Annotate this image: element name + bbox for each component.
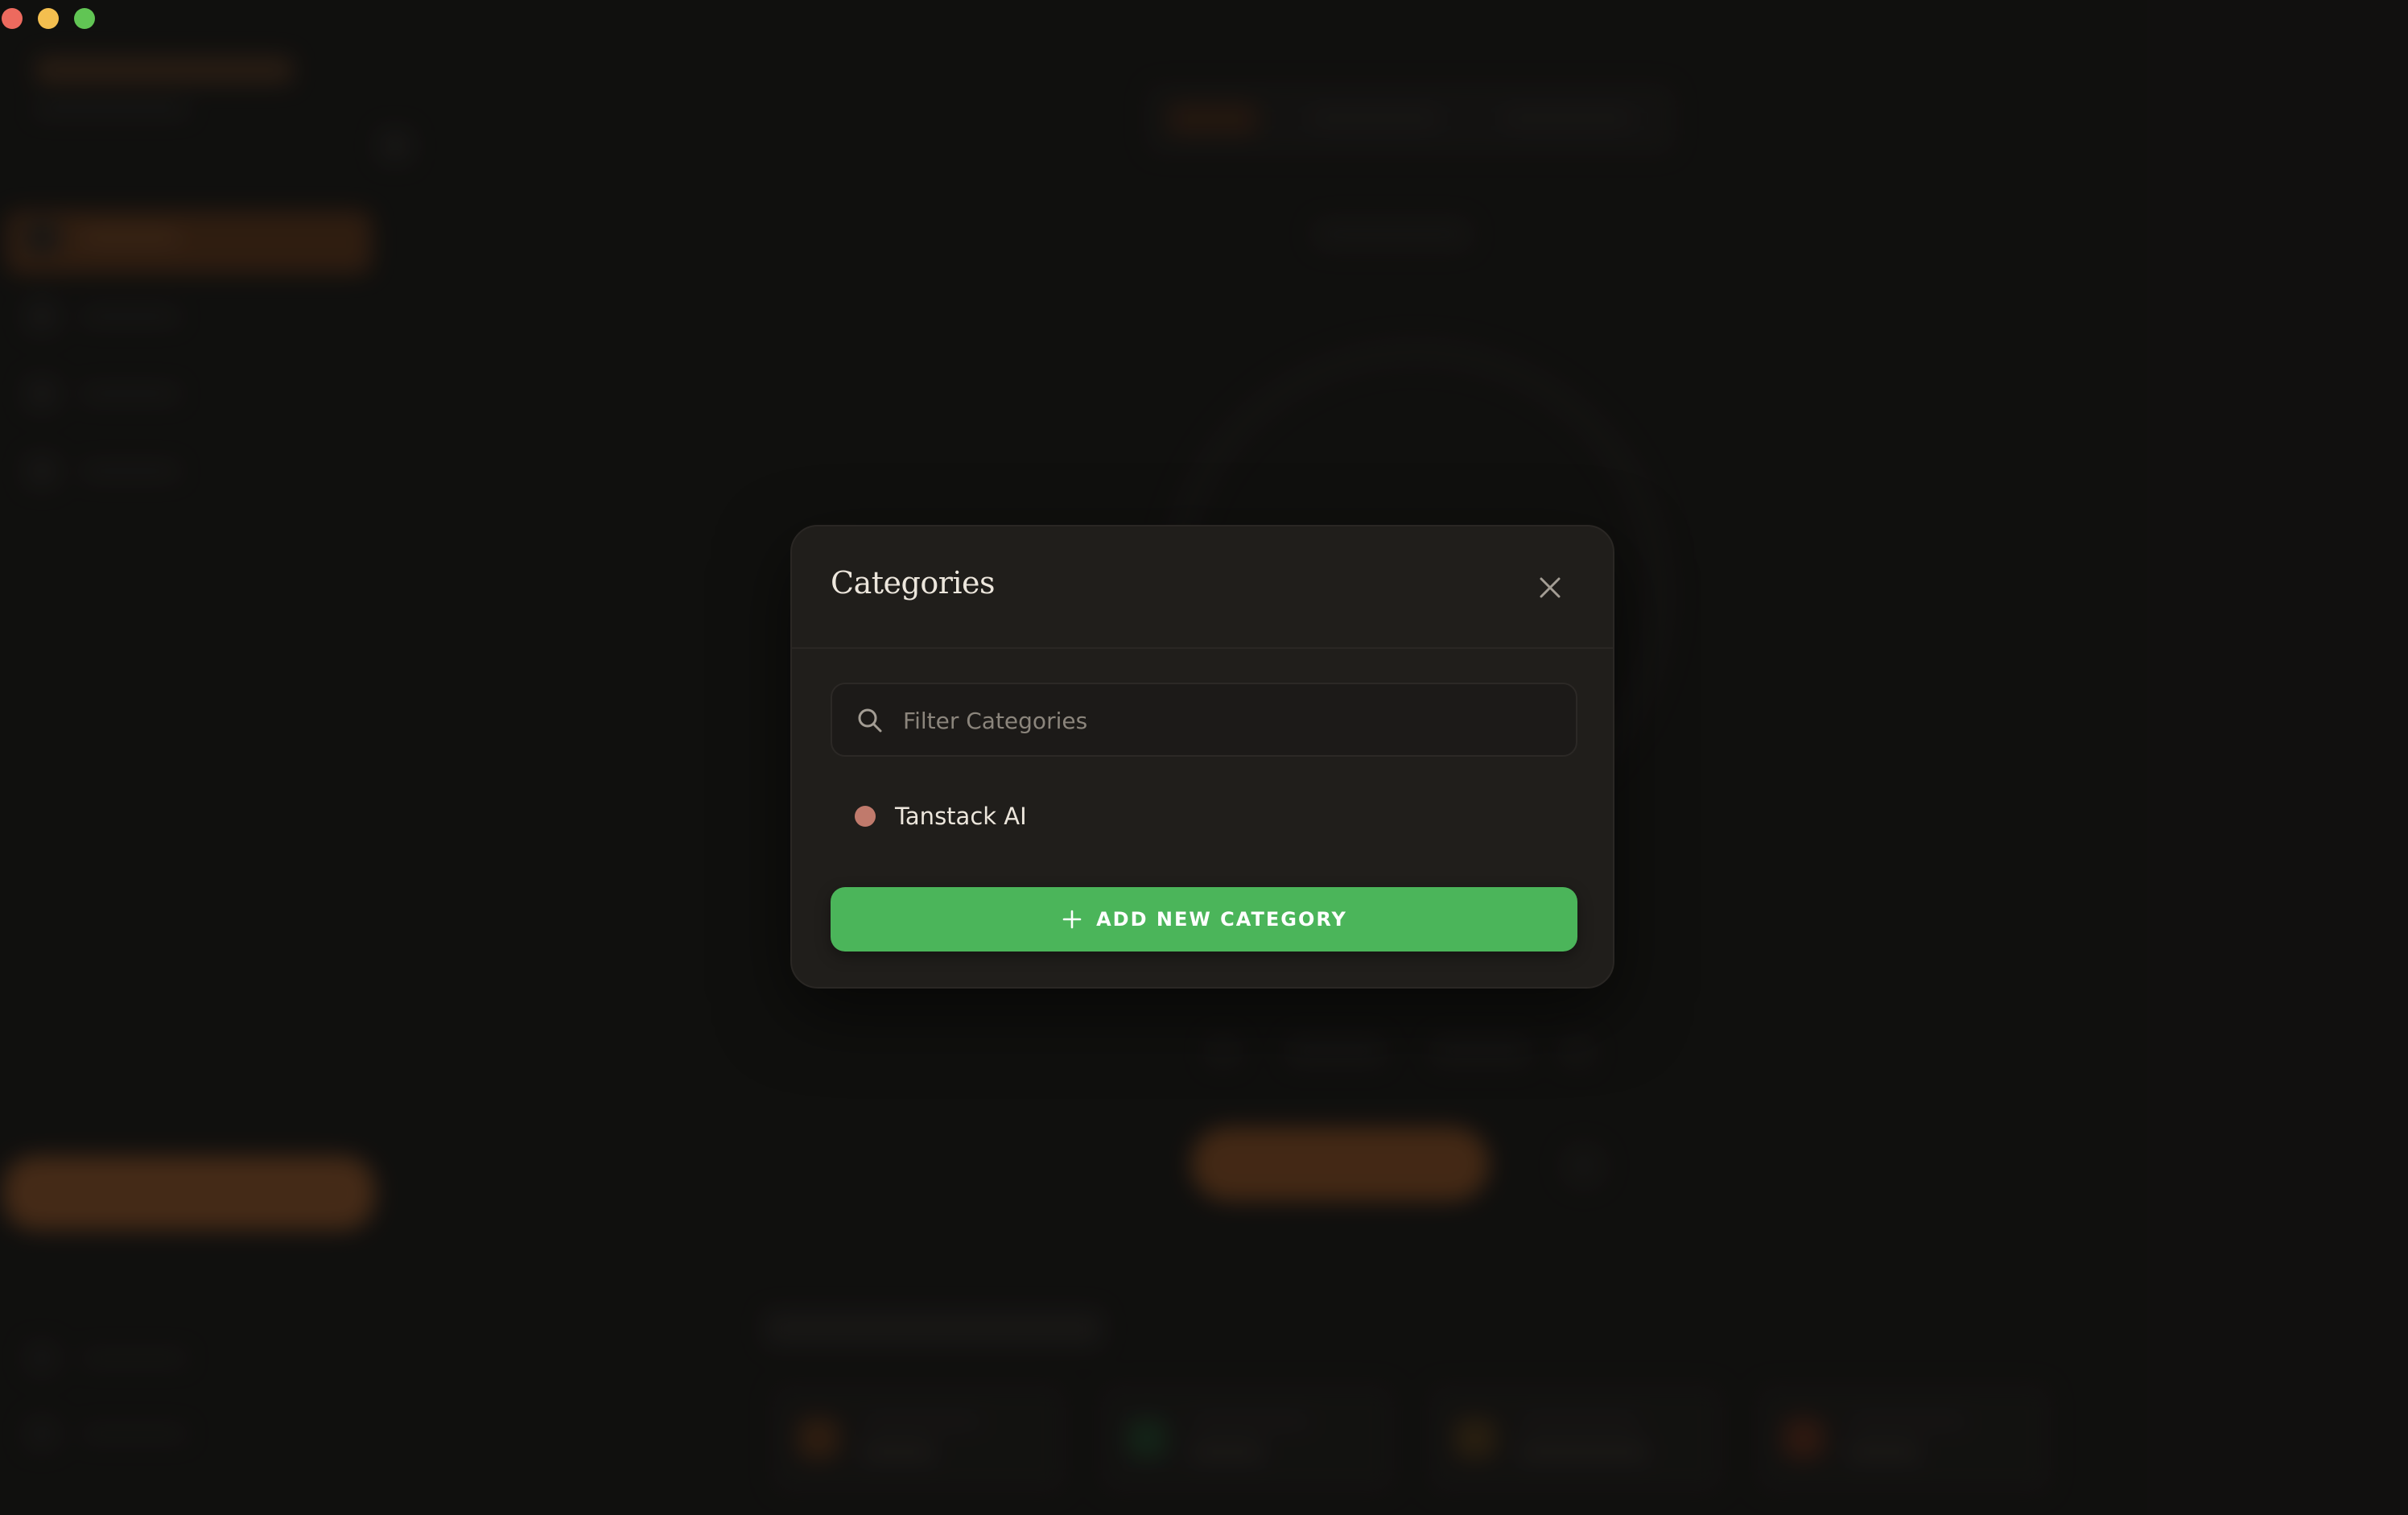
close-button[interactable] xyxy=(1531,568,1569,607)
filter-search-box[interactable] xyxy=(831,683,1577,757)
categories-modal: Categories Tanstack AI xyxy=(790,525,1614,989)
window-zoom-button[interactable] xyxy=(74,8,95,29)
filter-categories-input[interactable] xyxy=(901,684,1565,757)
category-label: Tanstack AI xyxy=(895,803,1027,830)
modal-header: Categories xyxy=(792,526,1613,649)
add-new-category-label: ADD NEW CATEGORY xyxy=(1096,908,1347,931)
app-window: Categories Tanstack AI xyxy=(0,0,2408,1515)
category-color-dot xyxy=(855,806,876,827)
window-close-button[interactable] xyxy=(2,8,23,29)
category-item[interactable]: Tanstack AI xyxy=(831,784,1577,848)
add-new-category-button[interactable]: ADD NEW CATEGORY xyxy=(831,887,1577,952)
modal-title: Categories xyxy=(831,565,996,601)
window-minimize-button[interactable] xyxy=(38,8,59,29)
window-controls xyxy=(0,8,95,29)
plus-icon xyxy=(1062,910,1082,929)
close-icon xyxy=(1540,577,1561,598)
search-icon xyxy=(858,708,882,733)
